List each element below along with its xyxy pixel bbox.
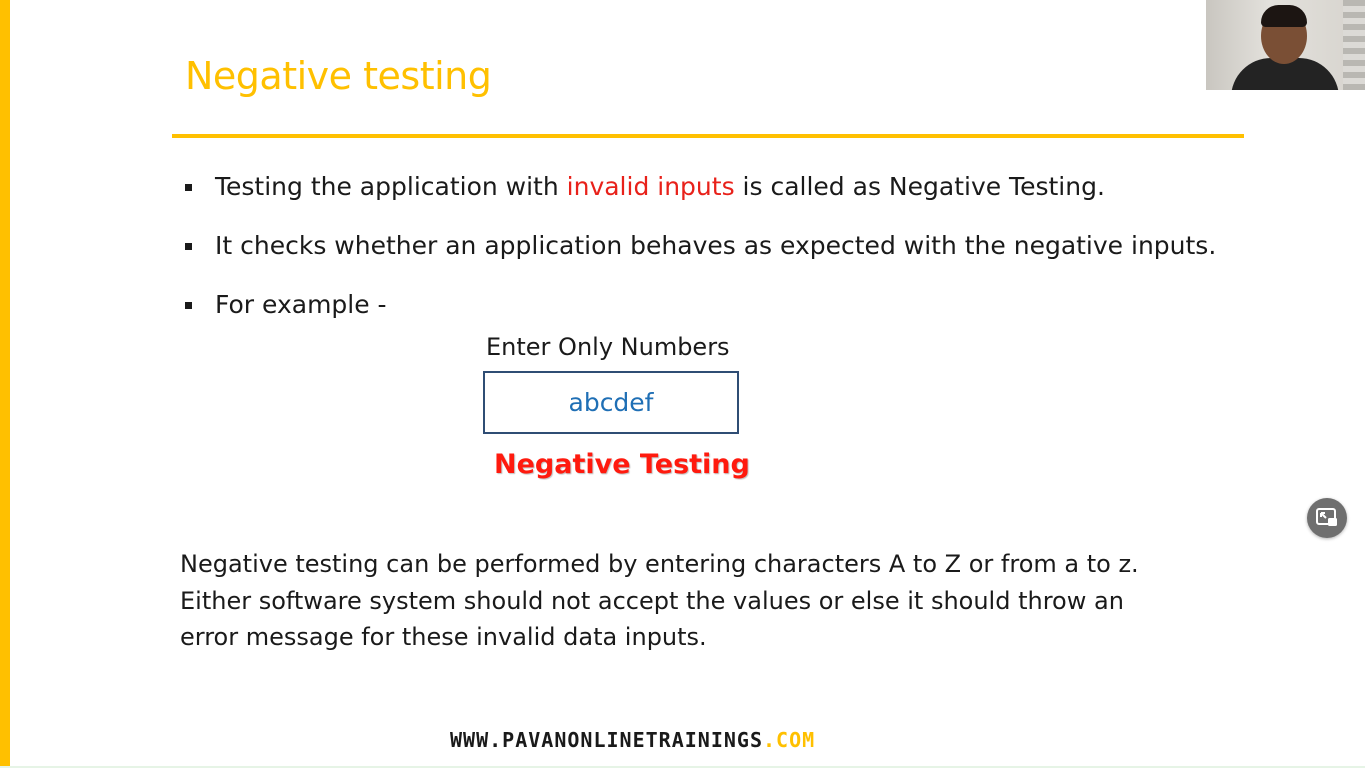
slide-accent-bar xyxy=(0,0,10,768)
paragraph-line: error message for these invalid data inp… xyxy=(180,623,707,651)
footer-tld: .COM xyxy=(762,728,816,752)
title-divider xyxy=(172,134,1244,138)
paragraph-line: Negative testing can be performed by ent… xyxy=(180,550,1139,578)
explanation-paragraph: Negative testing can be performed by ent… xyxy=(180,546,1180,656)
bullet-item: Testing the application with invalid inp… xyxy=(185,170,1216,229)
example-input-value: abcdef xyxy=(568,388,654,417)
example-input-box: abcdef xyxy=(483,371,739,434)
presenter-hair xyxy=(1261,5,1307,27)
example-field-label: Enter Only Numbers xyxy=(486,333,730,361)
bullet-list: Testing the application with invalid inp… xyxy=(185,170,1216,347)
bullet-item: It checks whether an application behaves… xyxy=(185,229,1216,288)
bullet-marker xyxy=(185,243,192,250)
bullet-text: Testing the application with xyxy=(215,172,567,201)
bullet-marker xyxy=(185,184,192,191)
example-result-label: Negative Testing xyxy=(494,449,750,480)
picture-in-picture-button[interactable] xyxy=(1307,498,1347,538)
footer-site: WWW.PAVANONLINETRAININGS xyxy=(450,728,763,752)
slide-title: Negative testing xyxy=(185,54,492,98)
bullet-text: is called as Negative Testing. xyxy=(734,172,1105,201)
presenter-webcam xyxy=(1206,0,1365,90)
bullet-highlight: invalid inputs xyxy=(566,172,735,201)
webcam-background xyxy=(1343,0,1365,90)
picture-in-picture-icon xyxy=(1316,508,1337,526)
footer-website: WWW.PAVANONLINETRAININGS.COM xyxy=(450,728,815,752)
bullet-marker xyxy=(185,302,192,309)
bullet-text: For example - xyxy=(215,290,387,319)
paragraph-line: Either software system should not accept… xyxy=(180,586,1124,615)
bullet-text: It checks whether an application behaves… xyxy=(215,231,1217,260)
